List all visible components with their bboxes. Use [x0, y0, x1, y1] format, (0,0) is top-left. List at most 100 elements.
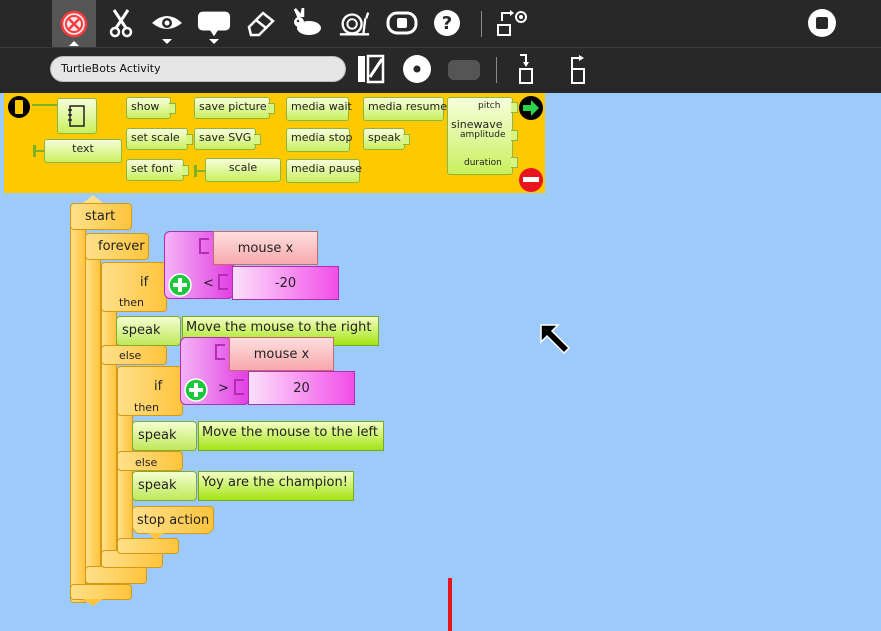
palette-orientation-button[interactable]: [6, 95, 32, 119]
debug-button[interactable]: [385, 6, 419, 40]
share-button[interactable]: [401, 53, 433, 85]
circle-icon: [403, 55, 431, 83]
edit-button[interactable]: [197, 6, 231, 44]
start-block[interactable]: start: [70, 203, 132, 230]
mouse-x-block-1[interactable]: mouse x: [213, 231, 318, 265]
socket: [199, 238, 209, 254]
palette-journal-block[interactable]: [57, 98, 97, 134]
forever-block[interactable]: forever: [85, 233, 149, 260]
socket: [234, 379, 244, 395]
minus-icon: [519, 168, 543, 192]
cut-button[interactable]: [104, 6, 138, 40]
stop-icon: [808, 9, 836, 37]
expand-button-1[interactable]: [168, 273, 192, 297]
stop-action-label: stop action: [137, 513, 210, 528]
palette-media-pause-block[interactable]: media pause: [286, 159, 362, 183]
mouse-x-block-2[interactable]: mouse x: [229, 337, 334, 371]
forever-block-stem: [85, 233, 101, 585]
cloud-icon: [448, 60, 480, 80]
palette-save-picture-block[interactable]: save picture: [194, 97, 275, 119]
palette-show-block[interactable]: show: [126, 97, 176, 119]
start-foot-tab: [83, 599, 103, 606]
speak3-text-block[interactable]: Yoy are the champion!: [198, 471, 354, 501]
svg-text:?: ?: [442, 13, 452, 34]
if2-label: if: [154, 379, 163, 394]
view-button[interactable]: [150, 6, 184, 44]
snail-icon: [339, 12, 370, 36]
stop-action-block[interactable]: stop action: [132, 506, 214, 534]
main-toolbar: ?: [0, 0, 881, 47]
export-turtle-button[interactable]: [494, 6, 528, 40]
keep-button[interactable]: [447, 58, 481, 82]
block-label: save SVG: [199, 131, 252, 144]
clean-button[interactable]: [244, 6, 278, 40]
speak-block-1[interactable]: speak: [116, 316, 181, 346]
if2-block[interactable]: if then: [117, 366, 183, 416]
if1-label: if: [140, 275, 149, 290]
run-slow-button[interactable]: [337, 6, 371, 40]
block-label: show: [131, 100, 160, 113]
number-block-1[interactable]: -20: [232, 266, 339, 300]
help-button[interactable]: ?: [430, 6, 464, 40]
speak2-text-block[interactable]: Move the mouse to the left: [198, 421, 384, 451]
activity-icon: [60, 10, 88, 37]
palette-speak-block[interactable]: speak: [363, 128, 410, 150]
palette-sinewave-block[interactable]: pitch sinewave amplitude duration: [447, 97, 518, 175]
palette-save-svg-block[interactable]: save SVG: [194, 128, 261, 150]
socket: [215, 344, 225, 360]
forever-label: forever: [98, 239, 145, 254]
palette-set-scale-block[interactable]: set scale: [126, 128, 193, 150]
number-block-2[interactable]: 20: [248, 371, 355, 405]
then2-label: then: [134, 401, 160, 414]
description-button[interactable]: [356, 53, 388, 85]
amplitude-label: amplitude: [460, 130, 506, 140]
greater-than-label: >: [218, 381, 229, 396]
palette-scale-block[interactable]: scale: [205, 158, 281, 182]
duration-label: duration: [464, 158, 502, 168]
expand-button-2[interactable]: [184, 378, 208, 402]
less-than-label: <: [203, 276, 214, 291]
palette-remove-button[interactable]: [517, 167, 545, 193]
palette-text-block[interactable]: text: [44, 139, 122, 163]
activity-title-input[interactable]: TurtleBots Activity: [50, 56, 346, 82]
run-fast-button[interactable]: [291, 6, 325, 40]
else2-label: else: [135, 456, 158, 469]
speech-icon: [197, 11, 231, 37]
speak1-label: speak: [122, 323, 161, 338]
palette-next-button[interactable]: [517, 95, 545, 121]
eraser-icon: [247, 11, 275, 37]
block-label: speak: [368, 131, 401, 144]
speak3-label: speak: [138, 478, 177, 493]
rabbit-icon: [293, 8, 321, 35]
mouse-pointer: [538, 322, 572, 356]
save-project-button[interactable]: [564, 52, 592, 86]
palette-media-resume-block[interactable]: media resume: [363, 97, 447, 121]
palette-media-stop-block[interactable]: media stop: [286, 128, 353, 152]
if1-block[interactable]: if then: [101, 262, 167, 312]
speak2-label: speak: [138, 428, 177, 443]
speak-block-3[interactable]: speak: [132, 471, 197, 501]
activity-button[interactable]: [52, 0, 96, 47]
export-turtle-icon: [497, 10, 527, 36]
palette-media-wait-block[interactable]: media wait: [286, 97, 352, 121]
block-label: set scale: [131, 131, 180, 144]
help-icon: ?: [434, 10, 460, 36]
plus-icon: [168, 273, 192, 297]
cut-icon: [109, 9, 133, 38]
block-label: save picture: [199, 100, 267, 113]
if2-else-bar: else: [117, 451, 183, 471]
pitch-label: pitch: [478, 101, 501, 111]
start-block-stem: [70, 203, 86, 603]
eye-icon: [152, 16, 182, 29]
palette-set-font-block[interactable]: set font: [126, 159, 189, 181]
if1-else-bar: else: [101, 345, 167, 365]
stop-tab: [148, 533, 164, 540]
stop-activity-button[interactable]: [805, 6, 839, 40]
else1-label: else: [119, 349, 142, 362]
start-label: start: [85, 209, 116, 224]
start-block-foot: [70, 584, 132, 600]
debug-icon: [386, 11, 418, 35]
load-project-button[interactable]: [512, 52, 540, 86]
orientation-icon: [8, 96, 30, 118]
speak-block-2[interactable]: speak: [132, 421, 197, 451]
